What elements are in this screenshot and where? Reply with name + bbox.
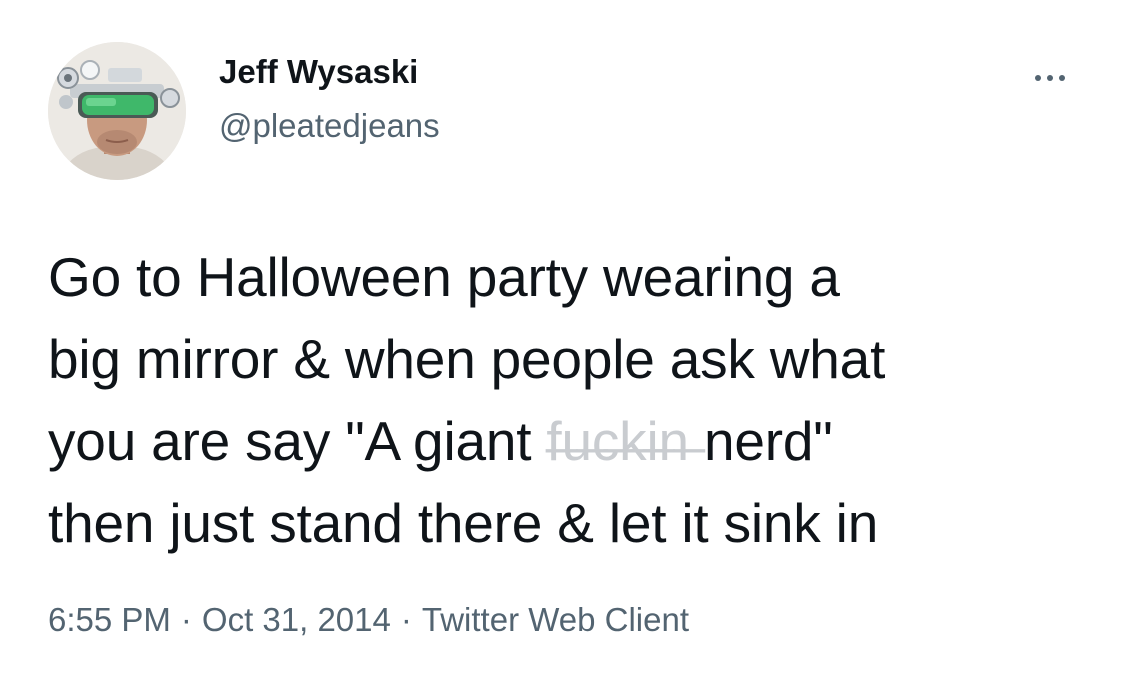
tweet-metadata: 6:55 PM · Oct 31, 2014 · Twitter Web Client <box>48 598 689 642</box>
tweet-source: Twitter Web Client <box>421 601 690 638</box>
more-horizontal-icon-dot <box>1047 75 1053 81</box>
tweet-time[interactable]: 6:55 PM <box>48 601 171 638</box>
author-display-name[interactable]: Jeff Wysaski <box>219 52 440 92</box>
tweet-line-end: nerd" <box>688 410 833 472</box>
profile-photo-icon <box>48 42 186 180</box>
author-handle[interactable]: @pleatedjeans <box>219 106 440 146</box>
tweet-line: you are say "A giant f̶u̶c̶k̶i̶n̶ nerd" <box>48 400 1098 482</box>
tweet-line: then just stand there & let it sink in <box>48 492 879 554</box>
tweet-text: Go to Halloween party wearing a big mirr… <box>48 236 1098 564</box>
more-options-button[interactable] <box>1024 64 1076 92</box>
tweet-line: big mirror & when people ask what <box>48 328 886 390</box>
author-avatar[interactable] <box>48 42 186 180</box>
more-horizontal-icon <box>1035 75 1041 81</box>
more-horizontal-icon-dot <box>1059 75 1065 81</box>
author-info: Jeff Wysaski @pleatedjeans <box>219 52 440 146</box>
tweet-date[interactable]: Oct 31, 2014 <box>202 601 391 638</box>
separator: · <box>180 601 192 638</box>
tweet-line: Go to Halloween party wearing a <box>48 246 840 308</box>
censored-word: f̶u̶c̶k̶i̶n̶ <box>546 410 689 472</box>
separator: · <box>400 601 412 638</box>
tweet-card: Jeff Wysaski @pleatedjeans Go to Hallowe… <box>0 0 1125 690</box>
tweet-line-start: you are say "A giant <box>48 410 547 472</box>
